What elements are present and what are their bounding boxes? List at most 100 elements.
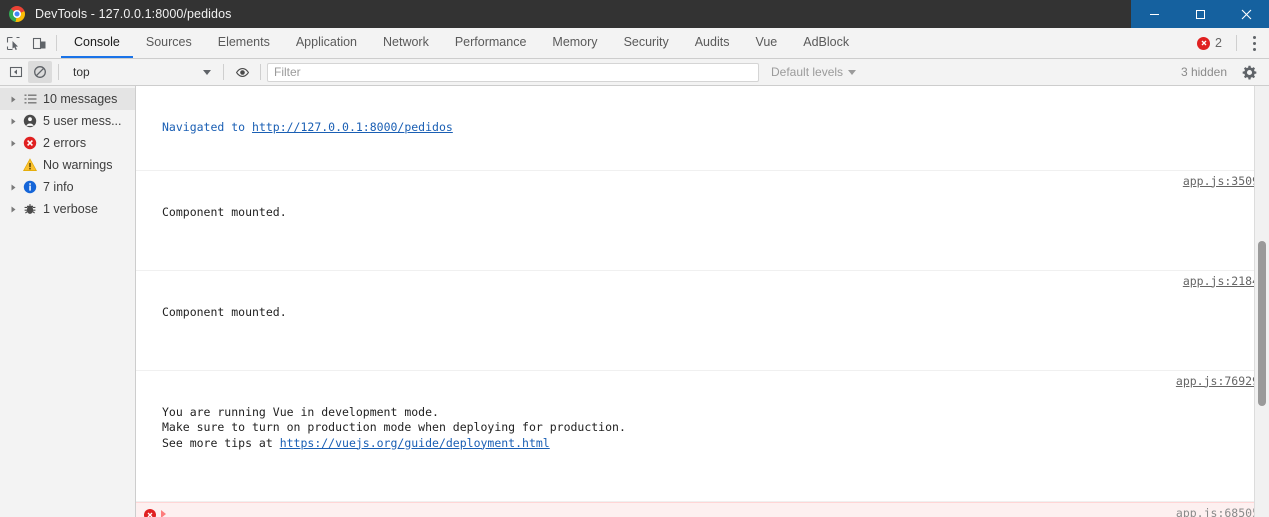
tab-vue[interactable]: Vue — [742, 28, 790, 58]
sidebar-item-user-messages[interactable]: 5 user mess... — [0, 110, 135, 132]
chrome-logo-icon — [9, 6, 25, 22]
tab-audits[interactable]: Audits — [682, 28, 743, 58]
source-link[interactable]: app.js:3509 — [1183, 174, 1259, 190]
clear-console-icon[interactable] — [28, 61, 52, 83]
window-controls — [1131, 0, 1269, 28]
sidebar-item-messages[interactable]: 10 messages — [0, 88, 135, 110]
tab-security[interactable]: Security — [611, 28, 682, 58]
tab-sources[interactable]: Sources — [133, 28, 205, 58]
source-link[interactable]: app.js:76929 — [1176, 374, 1259, 390]
message-text: Navigated to http://127.0.0.1:8000/pedid… — [136, 120, 1261, 136]
sidebar-item-verbose[interactable]: 1 verbose — [0, 198, 135, 220]
tab-application[interactable]: Application — [283, 28, 370, 58]
title-bar: DevTools - 127.0.0.1:8000/pedidos — [0, 0, 1269, 28]
filter-input[interactable] — [267, 62, 759, 82]
sidebar-item-info[interactable]: 7 info — [0, 176, 135, 198]
error-circle-icon — [144, 508, 156, 517]
chevron-down-icon — [203, 69, 211, 75]
tab-label: Security — [623, 35, 669, 49]
console-toolbar: top Default levels 3 hidden — [0, 59, 1269, 86]
console-sidebar: 10 messages 5 user mess... 2 errors No w… — [0, 86, 136, 517]
source-link[interactable]: app.js:2184 — [1183, 274, 1259, 290]
toolbar-divider — [56, 35, 57, 51]
chevron-right-icon[interactable] — [6, 117, 20, 126]
show-console-sidebar-icon[interactable] — [4, 61, 28, 83]
window-title: DevTools - 127.0.0.1:8000/pedidos — [35, 7, 232, 21]
tab-label: Performance — [454, 35, 527, 49]
divider — [260, 64, 261, 80]
log-level-value: Default levels — [771, 65, 844, 79]
tab-elements[interactable]: Elements — [205, 28, 283, 58]
sidebar-item-warnings[interactable]: No warnings — [0, 154, 135, 176]
tab-list: Console Sources Elements Application Net… — [61, 28, 862, 58]
console-message-error[interactable]: [Vue warn]: Avoid mutating a prop direct… — [136, 501, 1269, 517]
tab-label: Elements — [217, 35, 270, 49]
sidebar-item-label: 5 user mess... — [43, 114, 122, 128]
tab-adblock[interactable]: AdBlock — [790, 28, 862, 58]
console-message-navigated[interactable]: Navigated to http://127.0.0.1:8000/pedid… — [136, 86, 1269, 171]
tab-bar-right: 2 — [1189, 28, 1269, 58]
console-message-vue-devmode[interactable]: You are running Vue in development mode.… — [136, 371, 1269, 502]
log-level-selector[interactable]: Default levels — [771, 65, 857, 79]
info-circle-icon — [20, 180, 40, 194]
console-body: 10 messages 5 user mess... 2 errors No w… — [0, 86, 1269, 517]
navigated-url-link[interactable]: http://127.0.0.1:8000/pedidos — [252, 120, 453, 134]
sidebar-item-label: 7 info — [43, 180, 74, 194]
live-expression-icon[interactable] — [230, 61, 254, 83]
tab-label: Application — [295, 35, 357, 49]
chevron-right-icon[interactable] — [6, 139, 20, 148]
chevron-right-icon[interactable] — [6, 205, 20, 214]
devtools-window: DevTools - 127.0.0.1:8000/pedidos Consol… — [0, 0, 1269, 517]
gear-icon[interactable] — [1237, 61, 1261, 83]
tab-label: Console — [74, 35, 120, 49]
inspect-element-icon[interactable] — [0, 28, 26, 58]
console-scrollbar[interactable] — [1254, 86, 1269, 517]
tab-label: Vue — [755, 35, 778, 49]
tab-label: AdBlock — [803, 35, 850, 49]
tab-label: Sources — [145, 35, 192, 49]
tab-label: Memory — [552, 35, 598, 49]
context-selector[interactable]: top — [65, 61, 217, 83]
message-text: Component mounted. — [162, 304, 287, 319]
tab-console[interactable]: Console — [61, 28, 133, 58]
navigated-prefix: Navigated to — [162, 120, 253, 134]
chevron-right-icon[interactable] — [6, 183, 20, 192]
error-count-badge[interactable]: 2 — [1189, 36, 1230, 50]
warning-triangle-icon — [20, 158, 40, 172]
title-bar-left: DevTools - 127.0.0.1:8000/pedidos — [0, 6, 1131, 22]
sidebar-item-label: 1 verbose — [43, 202, 98, 216]
tab-performance[interactable]: Performance — [442, 28, 540, 58]
message-text: Component mounted. — [162, 204, 287, 219]
devtools-tab-bar: Console Sources Elements Application Net… — [0, 28, 1269, 59]
device-toolbar-icon[interactable] — [26, 28, 52, 58]
divider — [223, 64, 224, 80]
divider — [1236, 35, 1237, 51]
console-message-list[interactable]: Navigated to http://127.0.0.1:8000/pedid… — [136, 86, 1269, 517]
maximize-button[interactable] — [1177, 0, 1223, 28]
hidden-messages-count: 3 hidden — [1180, 65, 1227, 79]
bug-icon — [20, 202, 40, 216]
tab-network[interactable]: Network — [370, 28, 442, 58]
error-circle-icon — [20, 136, 40, 150]
console-message-log[interactable]: Component mounted. app.js:2184 — [136, 271, 1269, 371]
scrollbar-thumb[interactable] — [1258, 241, 1266, 406]
chevron-down-icon — [848, 69, 857, 75]
user-icon — [20, 114, 40, 128]
tab-memory[interactable]: Memory — [539, 28, 610, 58]
close-button[interactable] — [1223, 0, 1269, 28]
console-toolbar-right: 3 hidden — [1181, 61, 1265, 83]
divider — [58, 64, 59, 80]
sidebar-item-label: 2 errors — [43, 136, 87, 150]
list-icon — [20, 93, 40, 106]
source-link[interactable]: app.js:68505 — [1176, 506, 1259, 517]
expand-arrow-icon[interactable] — [161, 509, 166, 517]
minimize-button[interactable] — [1131, 0, 1177, 28]
console-message-log[interactable]: Component mounted. app.js:3509 — [136, 171, 1269, 271]
kebab-menu-icon[interactable] — [1243, 35, 1265, 51]
sidebar-item-label: 10 messages — [43, 92, 118, 106]
chevron-right-icon[interactable] — [6, 95, 20, 104]
sidebar-item-errors[interactable]: 2 errors — [0, 132, 135, 154]
deployment-guide-link[interactable]: https://vuejs.org/guide/deployment.html — [280, 436, 550, 450]
tab-label: Audits — [694, 35, 730, 49]
tab-label: Network — [383, 35, 429, 49]
